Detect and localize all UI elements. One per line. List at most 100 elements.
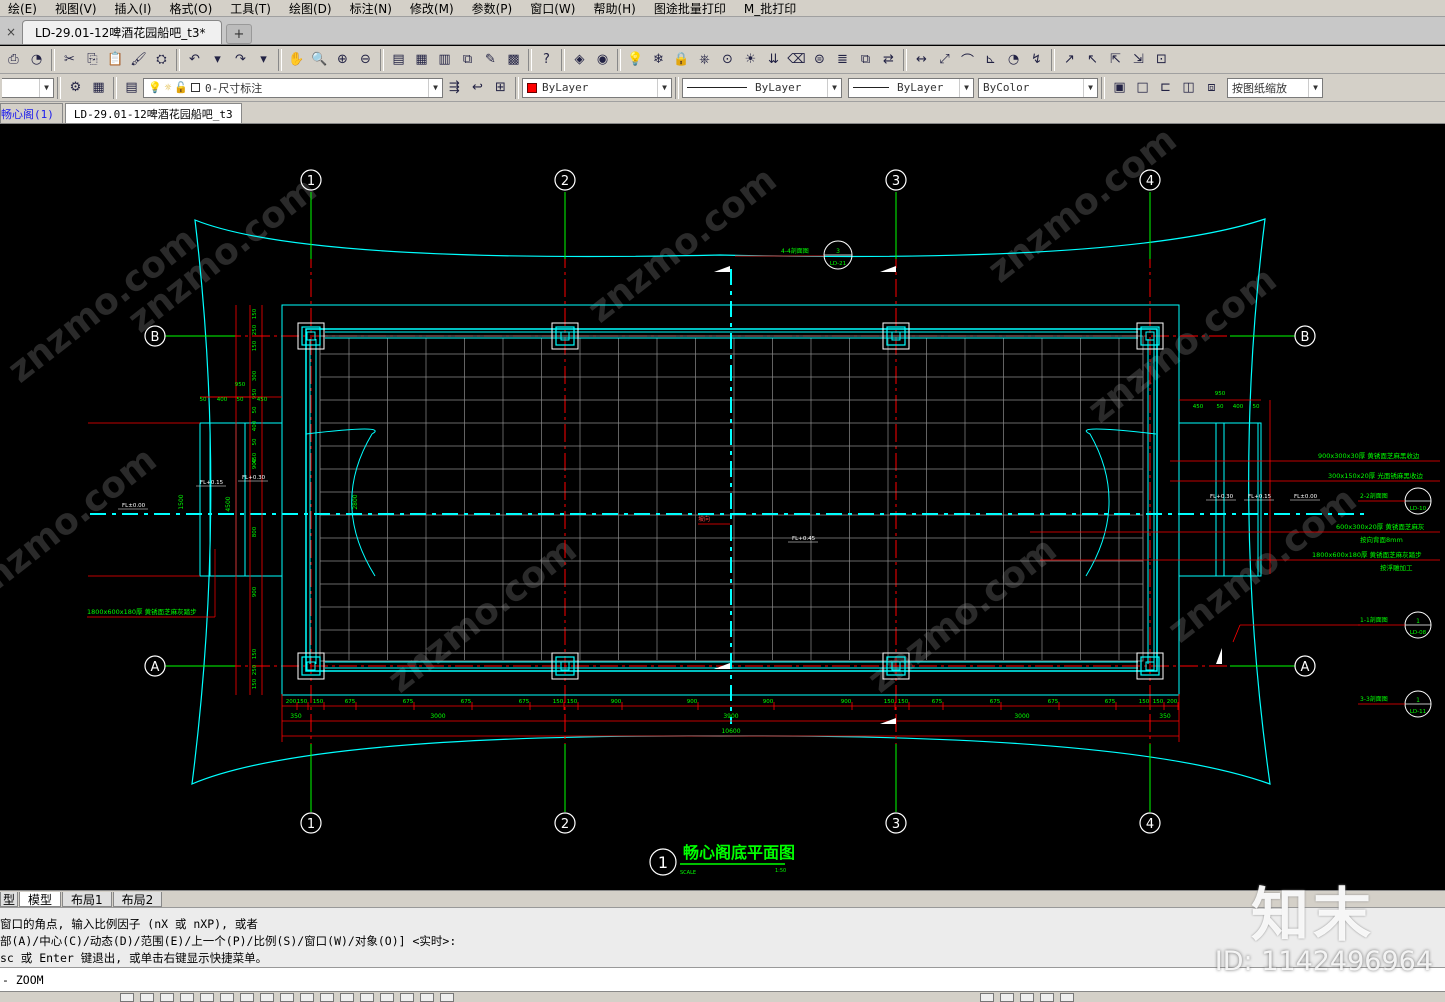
menu-item[interactable]: 修改(M) (402, 0, 464, 17)
status-toggle-icon[interactable] (380, 992, 394, 1002)
leader-collect-icon[interactable]: ⇲ (1129, 50, 1149, 70)
color-combo[interactable]: ByLayer ▼ (522, 77, 672, 98)
layer-isolate-icon[interactable]: ⊙ (718, 50, 738, 70)
layout-tab-1[interactable]: 布局1 (62, 892, 112, 907)
menu-item[interactable]: 参数(P) (464, 0, 523, 17)
drawing-canvas[interactable]: znzmo.com znzmo.com znzmo.com znzmo.com znzm… (0, 124, 1445, 890)
cut-icon[interactable]: ✂ (60, 50, 80, 70)
status-toggle-icon[interactable] (300, 992, 314, 1002)
make-current-layer-icon[interactable]: ⇶ (445, 78, 465, 98)
layer-combo[interactable]: 💡 ☼ 🔓 0-尺寸标注 ▼ (143, 77, 443, 98)
zoom-previous-icon[interactable]: ⊖ (356, 50, 376, 70)
match-properties-icon[interactable]: 🖌 (129, 50, 149, 70)
layout-tab-partial[interactable]: 型 (0, 892, 19, 907)
status-toggle-icon[interactable] (120, 992, 134, 1002)
menu-item[interactable]: 绘图(D) (281, 0, 342, 17)
status-toggle-icon[interactable] (220, 992, 234, 1002)
file-tab-1[interactable]: 畅心阁(1) (0, 103, 63, 123)
print-icon[interactable]: ⎙ (4, 50, 24, 70)
linetype-combo[interactable]: ByLayer ▼ (682, 77, 842, 98)
layer-states-icon[interactable]: ▦ (89, 78, 109, 98)
dim-jogged-icon[interactable]: ↯ (1027, 50, 1047, 70)
menu-item[interactable]: 工具(T) (222, 0, 281, 17)
layer-copy-icon[interactable]: ⧉ (856, 50, 876, 70)
leader-align-icon[interactable]: ⇱ (1106, 50, 1126, 70)
status-toggle-icon[interactable] (180, 992, 194, 1002)
menu-item[interactable]: M_批打印 (736, 0, 806, 17)
dim-radius-icon[interactable]: ◔ (1004, 50, 1024, 70)
dim-ordinate-icon[interactable]: ⊾ (981, 50, 1001, 70)
workspace-combo[interactable]: ▼ (2, 77, 54, 98)
layout-tab-2[interactable]: 布局2 (112, 892, 163, 907)
dim-arc-icon[interactable]: ⌒ (958, 50, 978, 70)
plotstyle-combo[interactable]: ByColor ▼ (978, 77, 1098, 98)
single-viewport-icon[interactable]: □ (1133, 78, 1153, 98)
undo-icon[interactable]: ↶ (185, 50, 205, 70)
markup-icon[interactable]: ✎ (481, 50, 501, 70)
object-viewport-icon[interactable]: ◫ (1179, 78, 1199, 98)
calculator-icon[interactable]: ▩ (504, 50, 524, 70)
leader-icon[interactable]: ↗ (1060, 50, 1080, 70)
close-tab-icon[interactable]: × (0, 20, 22, 44)
bulb-icon[interactable]: 💡 (626, 50, 646, 70)
status-toggle-icon[interactable] (320, 992, 334, 1002)
status-toggle-icon[interactable] (340, 992, 354, 1002)
status-toggle-icon[interactable] (1040, 992, 1054, 1002)
viewport-scale-combo[interactable]: 按图纸缩放 ▼ (1227, 77, 1323, 98)
layer-properties-icon[interactable]: ▤ (122, 78, 142, 98)
design-center-icon[interactable]: ▦ (412, 50, 432, 70)
layer-match-icon[interactable]: ⊜ (810, 50, 830, 70)
bulb-lock-icon[interactable]: 🔒 (672, 50, 692, 70)
tool-palettes-icon[interactable]: ▥ (435, 50, 455, 70)
layer-icon[interactable]: ◈ (570, 50, 590, 70)
layout-tab-model[interactable]: 模型 (19, 892, 62, 907)
pan-icon[interactable]: ✋ (287, 50, 307, 70)
status-toggle-icon[interactable] (200, 992, 214, 1002)
block-editor-icon[interactable]: ⛭ (152, 50, 172, 70)
status-toggle-icon[interactable] (260, 992, 274, 1002)
layer-walk-icon[interactable]: ⎈ (695, 50, 715, 70)
status-toggle-icon[interactable] (420, 992, 434, 1002)
menu-item[interactable]: 窗口(W) (522, 0, 585, 17)
plot-preview-icon[interactable]: ◔ (27, 50, 47, 70)
menu-item[interactable]: 格式(O) (161, 0, 222, 17)
help-icon[interactable]: ? (537, 50, 557, 70)
status-toggle-icon[interactable] (980, 992, 994, 1002)
menu-item[interactable]: 视图(V) (47, 0, 107, 17)
status-toggle-icon[interactable] (160, 992, 174, 1002)
redo-icon[interactable]: ↷ (231, 50, 251, 70)
bulb-freeze-icon[interactable]: ❄ (649, 50, 669, 70)
paste-icon[interactable]: 📋 (106, 50, 126, 70)
layer-merge-icon[interactable]: ⇊ (764, 50, 784, 70)
new-tab-button[interactable]: + (226, 24, 252, 44)
polygonal-viewport-icon[interactable]: ⊏ (1156, 78, 1176, 98)
menu-item[interactable]: 图途批量打印 (646, 0, 736, 17)
layer-change-icon[interactable]: ⇄ (879, 50, 899, 70)
undo-dropdown-icon[interactable]: ▾ (208, 50, 228, 70)
menu-item[interactable]: 标注(N) (342, 0, 402, 17)
menu-item[interactable]: 绘(E) (0, 0, 47, 17)
status-toggle-icon[interactable] (1060, 992, 1074, 1002)
status-toggle-icon[interactable] (140, 992, 154, 1002)
status-toggle-icon[interactable] (360, 992, 374, 1002)
sheet-set-icon[interactable]: ⧉ (458, 50, 478, 70)
viewport-icon[interactable]: ▣ (1110, 78, 1130, 98)
multileader-icon[interactable]: ↖ (1083, 50, 1103, 70)
layer-delete-icon[interactable]: ⌫ (787, 50, 807, 70)
menu-item[interactable]: 插入(I) (107, 0, 162, 17)
status-toggle-icon[interactable] (440, 992, 454, 1002)
leader-style-icon[interactable]: ⊡ (1152, 50, 1172, 70)
layer-off-icon[interactable]: ◉ (593, 50, 613, 70)
zoom-realtime-icon[interactable]: 🔍 (310, 50, 330, 70)
copy-icon[interactable]: ⎘ (83, 50, 103, 70)
zoom-window-icon[interactable]: ⊕ (333, 50, 353, 70)
layer-unisolate-icon[interactable]: ☀ (741, 50, 761, 70)
layer-match-icon[interactable]: ⊞ (491, 78, 511, 98)
layer-stack-icon[interactable]: ≣ (833, 50, 853, 70)
menu-item[interactable]: 帮助(H) (585, 0, 645, 17)
status-toggle-icon[interactable] (400, 992, 414, 1002)
dim-linear-icon[interactable]: ↔ (912, 50, 932, 70)
clip-viewport-icon[interactable]: ⧈ (1202, 78, 1222, 98)
properties-icon[interactable]: ▤ (389, 50, 409, 70)
status-toggle-icon[interactable] (1000, 992, 1014, 1002)
